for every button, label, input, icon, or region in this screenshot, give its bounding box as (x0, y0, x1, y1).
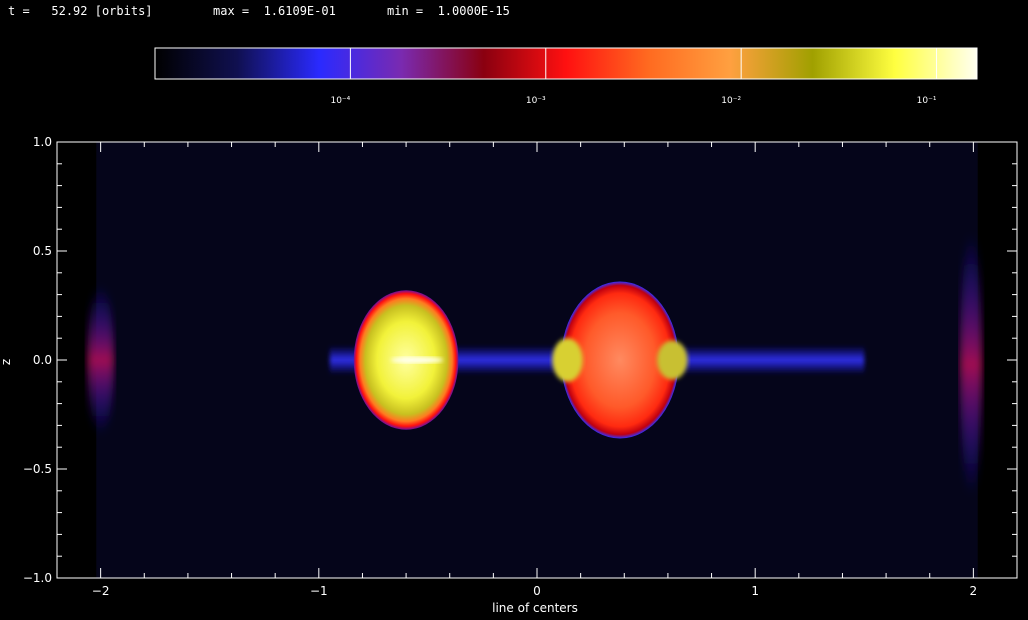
y-tick-label: −0.5 (23, 462, 52, 476)
x-tick-label: −1 (310, 584, 328, 598)
y-tick-label: 0.0 (33, 353, 52, 367)
density-plot: −2 −1 0 1 2 −1.0 −0.5 0.0 0.5 1.0 line of centers… (0, 0, 1028, 616)
x-axis-label: line of centers (492, 601, 578, 615)
y-tick-label: 0.5 (33, 244, 52, 258)
secondary-inner-core (552, 338, 583, 382)
primary-midplane-highlight (390, 356, 444, 364)
x-tick-label: 0 (533, 584, 541, 598)
plot-svg: −2 −1 0 1 2 −1.0 −0.5 0.0 0.5 1.0 line of centers… (0, 135, 1018, 615)
y-tick-label: −1.0 (23, 571, 52, 585)
y-axis-label: z (0, 359, 13, 365)
secondary-outer-core (657, 340, 688, 380)
x-tick-label: −2 (92, 584, 110, 598)
left-boundary-flow (87, 285, 114, 435)
right-boundary-flow (960, 233, 983, 496)
y-tick-label: 1.0 (33, 135, 52, 149)
x-tick-label: 2 (970, 584, 978, 598)
x-tick-label: 1 (751, 584, 759, 598)
